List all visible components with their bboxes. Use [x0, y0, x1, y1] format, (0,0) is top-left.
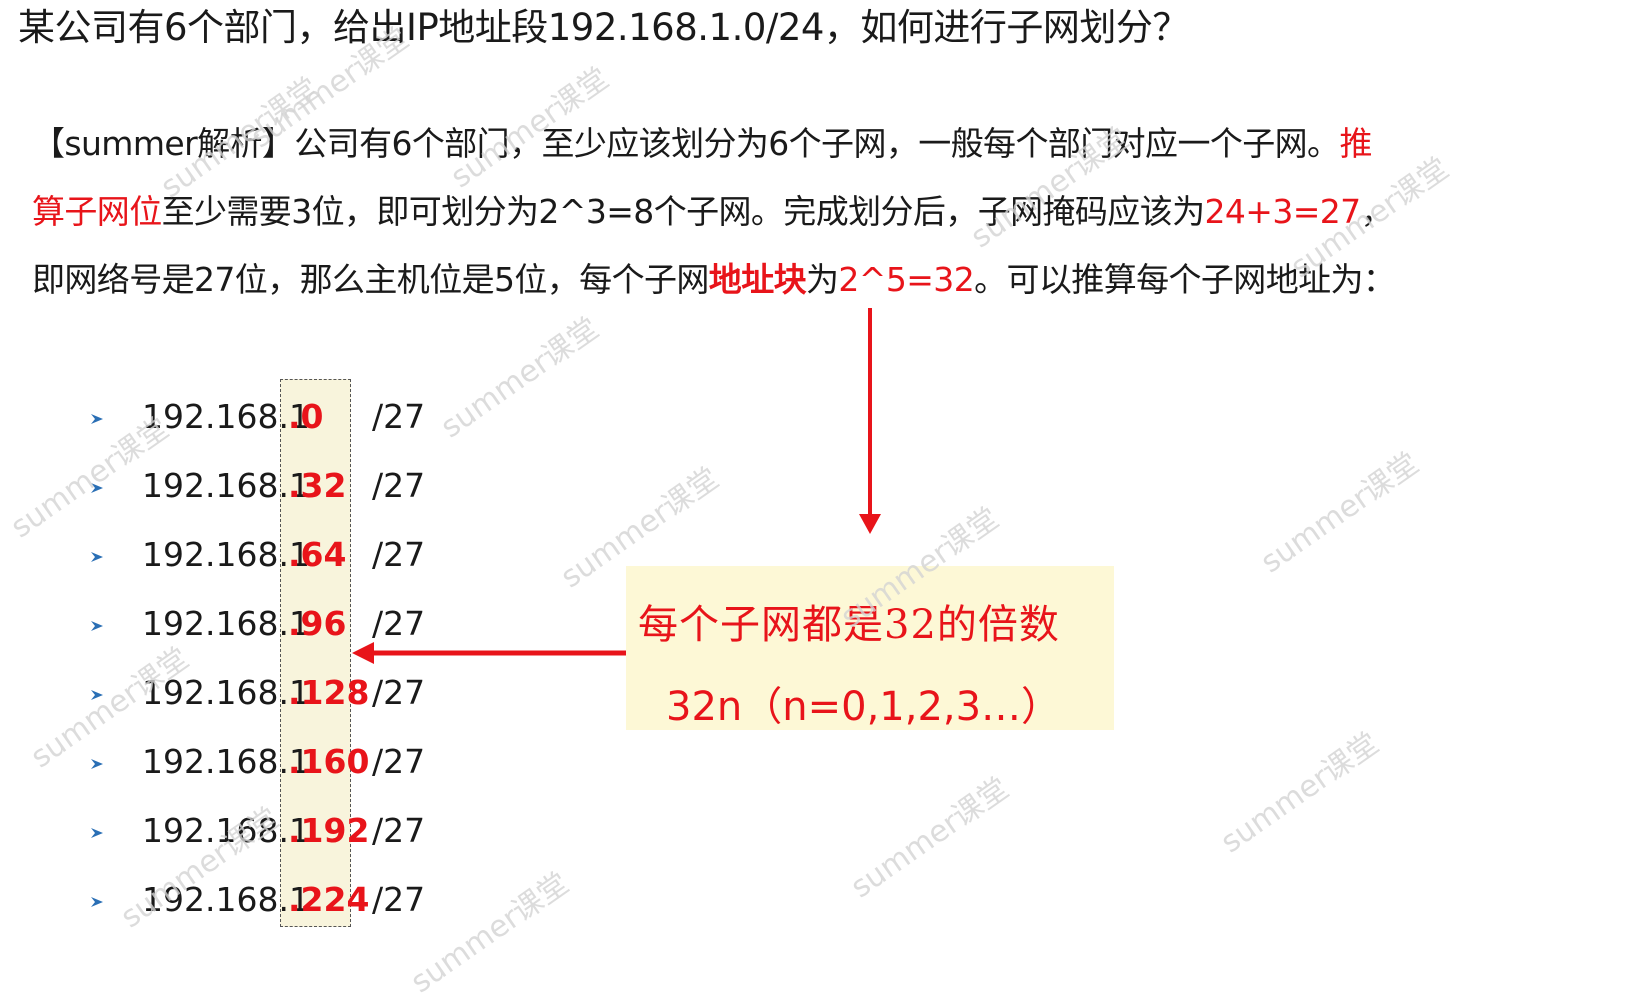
subnet-mask: /27 [372, 604, 426, 643]
subnet-network-prefix: 192.168.1 [142, 673, 310, 712]
subnet-mask: /27 [372, 742, 426, 781]
subnet-mask: /27 [372, 673, 426, 712]
bullet-arrow-icon [91, 414, 103, 424]
callout-line-2: 32n（n=0,1,2,3…） [666, 684, 1062, 730]
analysis-line-2: 算子网位至少需要3位，即可划分为2^3=8个子网。完成划分后，子网掩码应该为24… [32, 178, 1632, 246]
subnet-host-octet: .128 [288, 673, 370, 712]
bullet-arrow-icon [91, 897, 103, 907]
subnet-host-octet: .64 [288, 535, 347, 574]
subnet-network-prefix: 192.168.1 [142, 880, 310, 919]
callout-box: 每个子网都是32的倍数 32n（n=0,1,2,3…） [626, 566, 1114, 730]
bullet-arrow-icon [91, 759, 103, 769]
watermark-text: summer课堂 [434, 311, 606, 446]
subnet-row: 192.168.1.160/27 [90, 727, 450, 796]
subnet-mask: /27 [372, 535, 426, 574]
bullet-arrow-icon [91, 690, 103, 700]
subnet-mask: /27 [372, 397, 426, 436]
subnet-host-octet: .192 [288, 811, 370, 850]
watermark-text: summer课堂 [844, 771, 1016, 906]
bullet-arrow-icon [91, 552, 103, 562]
watermark-text: summer课堂 [1254, 446, 1426, 581]
subnet-mask-formula: 24+3=27 [1204, 192, 1362, 231]
callout-line-1: 每个子网都是32的倍数 [638, 602, 1060, 648]
analysis-text: 至少需要3位，即可划分为2^3=8个子网。完成划分后，子网掩码应该为 [161, 192, 1205, 231]
bullet-arrow-icon [91, 621, 103, 631]
subnet-host-octet: .32 [288, 466, 347, 505]
subnet-network-prefix: 192.168.1 [142, 397, 310, 436]
analysis-text: ， [1360, 192, 1394, 231]
subnet-row: 192.168.1.0/27 [90, 382, 450, 451]
address-block-term: 地址块 [708, 260, 807, 299]
slide-title: 某公司有6个部门，给出IP地址段192.168.1.0/24，如何进行子网划分？ [18, 6, 1189, 49]
subnet-network-prefix: 192.168.1 [142, 466, 310, 505]
analysis-red-text: 推 [1339, 124, 1372, 163]
subnet-host-octet: .224 [288, 880, 370, 919]
subnet-row: 192.168.1.128/27 [90, 658, 450, 727]
subnet-network-prefix: 192.168.1 [142, 535, 310, 574]
bullet-arrow-icon [91, 483, 103, 493]
subnet-host-octet: .96 [288, 604, 347, 643]
analysis-text: 为 [806, 260, 839, 299]
subnet-network-prefix: 192.168.1 [142, 742, 310, 781]
watermark-text: summer课堂 [1214, 726, 1386, 861]
subnet-host-octet: .0 [288, 397, 324, 436]
analysis-text: 。可以推算每个子网地址为： [974, 260, 1396, 299]
subnet-list: 192.168.1.0/27 192.168.1.32/27 192.168.1.6… [90, 382, 450, 934]
subnet-row: 192.168.1.224/27 [90, 865, 450, 934]
analysis-text: 即网络号是27位，那么主机位是5位，每个子网 [32, 260, 709, 299]
subnet-row: 192.168.1.64/27 [90, 520, 450, 589]
analysis-line-3: 即网络号是27位，那么主机位是5位，每个子网地址块为2^5=32。可以推算每个子… [32, 246, 1632, 314]
analysis-paragraph: 【summer解析】公司有6个部门，至少应该划分为6个子网，一般每个部门对应一个… [32, 110, 1632, 314]
analysis-red-text: 算子网位 [32, 192, 162, 231]
slide: 某公司有6个部门，给出IP地址段192.168.1.0/24，如何进行子网划分？… [0, 0, 1643, 1000]
subnet-row: 192.168.1.32/27 [90, 451, 450, 520]
subnet-network-prefix: 192.168.1 [142, 604, 310, 643]
subnet-mask: /27 [372, 880, 426, 919]
subnet-row: 192.168.1.96/27 [90, 589, 450, 658]
subnet-mask: /27 [372, 466, 426, 505]
analysis-line-1: 【summer解析】公司有6个部门，至少应该划分为6个子网，一般每个部门对应一个… [32, 110, 1632, 178]
bullet-arrow-icon [91, 828, 103, 838]
down-arrow-icon [859, 308, 881, 534]
subnet-network-prefix: 192.168.1 [142, 811, 310, 850]
block-size-formula: 2^5=32 [838, 260, 975, 299]
analysis-text: 【summer解析】公司有6个部门，至少应该划分为6个子网，一般每个部门对应一个… [32, 124, 1340, 163]
subnet-mask: /27 [372, 811, 426, 850]
subnet-host-octet: .160 [288, 742, 370, 781]
subnet-row: 192.168.1.192/27 [90, 796, 450, 865]
